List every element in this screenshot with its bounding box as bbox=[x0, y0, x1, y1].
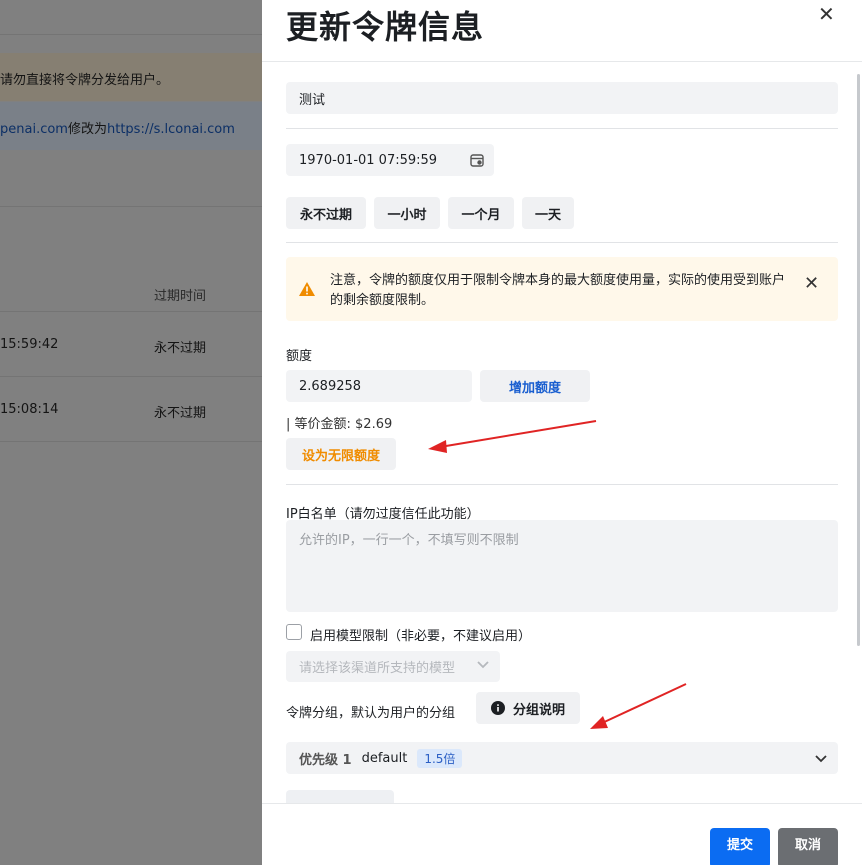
bg-divider bbox=[0, 206, 262, 207]
group-help-button[interactable]: 分组说明 bbox=[476, 692, 580, 724]
expire-one-hour-button[interactable]: 一小时 bbox=[374, 197, 440, 229]
expire-one-month-button[interactable]: 一个月 bbox=[448, 197, 514, 229]
token-name-input[interactable]: 测试 bbox=[286, 82, 838, 114]
submit-button[interactable]: 提交 bbox=[710, 828, 770, 865]
close-icon[interactable]: ✕ bbox=[818, 2, 835, 26]
bg-info-text: penai.com修改为https://s.lconai.com bbox=[0, 118, 235, 137]
bg-divider bbox=[0, 34, 262, 35]
chevron-down-icon bbox=[476, 657, 490, 675]
group-select[interactable]: 优先级 1 default 1.5倍 bbox=[286, 742, 838, 774]
section-divider bbox=[286, 242, 838, 243]
drawer-footer: 提交 取消 bbox=[262, 803, 862, 865]
bg-divider bbox=[0, 441, 262, 442]
add-quota-button[interactable]: 增加额度 bbox=[480, 370, 590, 402]
quota-input[interactable]: 2.689258 bbox=[286, 370, 472, 402]
background-page: 请勿直接将令牌分发给用户。 penai.com修改为https://s.lcon… bbox=[0, 0, 262, 865]
token-group-label: 令牌分组，默认为用户的分组 bbox=[286, 706, 456, 721]
model-select[interactable]: 请选择该渠道所支持的模型 bbox=[286, 651, 500, 682]
model-select-placeholder: 请选择该渠道所支持的模型 bbox=[299, 661, 456, 676]
bg-divider bbox=[0, 311, 262, 312]
bg-row-time: 15:08:14 bbox=[0, 402, 59, 417]
bg-warning-text: 请勿直接将令牌分发给用户。 bbox=[0, 73, 170, 88]
quota-label: 额度 bbox=[286, 349, 313, 364]
calendar-icon bbox=[470, 153, 484, 171]
bg-row-expire: 永不过期 bbox=[154, 341, 207, 356]
group-priority: 优先级 1 bbox=[299, 752, 352, 768]
section-divider bbox=[286, 484, 838, 485]
edit-token-drawer: 更新令牌信息 ✕ 测试 1970-01-01 07:59:59 永不过期 一小时… bbox=[262, 0, 862, 865]
bg-row-time: 15:59:42 bbox=[0, 337, 59, 352]
model-limit-checkbox[interactable] bbox=[286, 624, 302, 640]
bg-info-domain-from[interactable]: penai.com bbox=[0, 122, 68, 137]
model-limit-label: 启用模型限制（非必要，不建议启用） bbox=[310, 629, 532, 644]
clipped-add-button[interactable] bbox=[286, 790, 394, 803]
header-divider bbox=[262, 61, 862, 62]
bg-info-middle: 修改为 bbox=[67, 122, 107, 137]
section-divider bbox=[286, 128, 838, 129]
warning-message: 注意，令牌的额度仅用于限制令牌本身的最大额度使用量，实际的使用受到账户的剩余额度… bbox=[330, 273, 786, 308]
group-name: default bbox=[361, 750, 408, 766]
group-ratio-badge: 1.5倍 bbox=[417, 748, 463, 768]
group-help-label: 分组说明 bbox=[512, 702, 565, 718]
close-icon[interactable]: ✕ bbox=[804, 273, 819, 294]
drawer-title: 更新令牌信息 bbox=[286, 8, 485, 46]
bg-divider bbox=[0, 376, 262, 377]
set-unlimited-quota-button[interactable]: 设为无限额度 bbox=[286, 438, 396, 470]
expire-date-value: 1970-01-01 07:59:59 bbox=[299, 152, 438, 168]
cancel-button[interactable]: 取消 bbox=[778, 828, 838, 865]
warning-icon bbox=[298, 281, 316, 301]
ip-whitelist-textarea[interactable]: 允许的IP，一行一个，不填写则不限制 bbox=[286, 520, 838, 612]
scrollbar[interactable] bbox=[857, 74, 860, 646]
info-icon bbox=[490, 701, 505, 715]
chevron-down-icon bbox=[814, 751, 828, 769]
equivalent-amount: | 等价金额: $2.69 bbox=[286, 417, 393, 432]
expire-never-button[interactable]: 永不过期 bbox=[286, 197, 366, 229]
expire-one-day-button[interactable]: 一天 bbox=[522, 197, 574, 229]
bg-info-domain-to[interactable]: https://s.lconai.com bbox=[107, 122, 235, 137]
quota-warning-banner: 注意，令牌的额度仅用于限制令牌本身的最大额度使用量，实际的使用受到账户的剩余额度… bbox=[286, 257, 838, 321]
bg-col-header-expire: 过期时间 bbox=[154, 289, 207, 304]
bg-row-expire: 永不过期 bbox=[154, 406, 207, 421]
expire-date-picker[interactable]: 1970-01-01 07:59:59 bbox=[286, 144, 494, 176]
